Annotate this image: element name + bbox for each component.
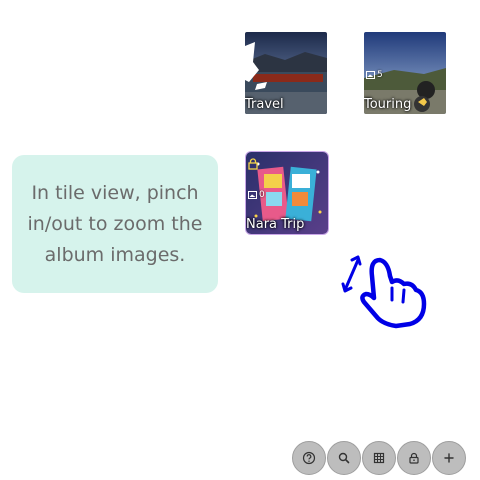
bottom-toolbar	[292, 441, 466, 475]
search-icon	[338, 452, 350, 464]
grid-view-icon	[373, 452, 385, 464]
album-tile-nara-trip[interactable]: 0 Nara Trip	[245, 151, 329, 235]
pinch-gesture-icon	[341, 255, 427, 329]
album-name: Touring	[364, 97, 412, 112]
add-icon	[444, 453, 454, 463]
grid-view-button[interactable]	[362, 441, 396, 475]
add-button[interactable]	[432, 441, 466, 475]
photo-count: 0	[248, 190, 265, 200]
help-button[interactable]	[292, 441, 326, 475]
photo-count-value: 0	[259, 190, 265, 200]
photo-count: 5	[366, 70, 383, 80]
album-name: Travel	[245, 97, 284, 112]
photo-icon	[248, 191, 257, 199]
help-icon	[302, 451, 316, 465]
photo-icon	[366, 71, 375, 79]
album-tile-travel[interactable]: Travel	[245, 32, 327, 114]
pinch-hint-text: In tile view, pinch in/out to zoom the a…	[27, 181, 203, 266]
lock-button[interactable]	[397, 441, 431, 475]
lock-icon	[409, 452, 419, 464]
pinch-hint-bubble: In tile view, pinch in/out to zoom the a…	[12, 155, 218, 293]
album-name: Nara Trip	[246, 217, 305, 232]
photo-count-value: 5	[377, 70, 383, 80]
search-button[interactable]	[327, 441, 361, 475]
album-tile-touring[interactable]: 5 Touring	[364, 32, 446, 114]
lock-icon	[248, 158, 258, 170]
